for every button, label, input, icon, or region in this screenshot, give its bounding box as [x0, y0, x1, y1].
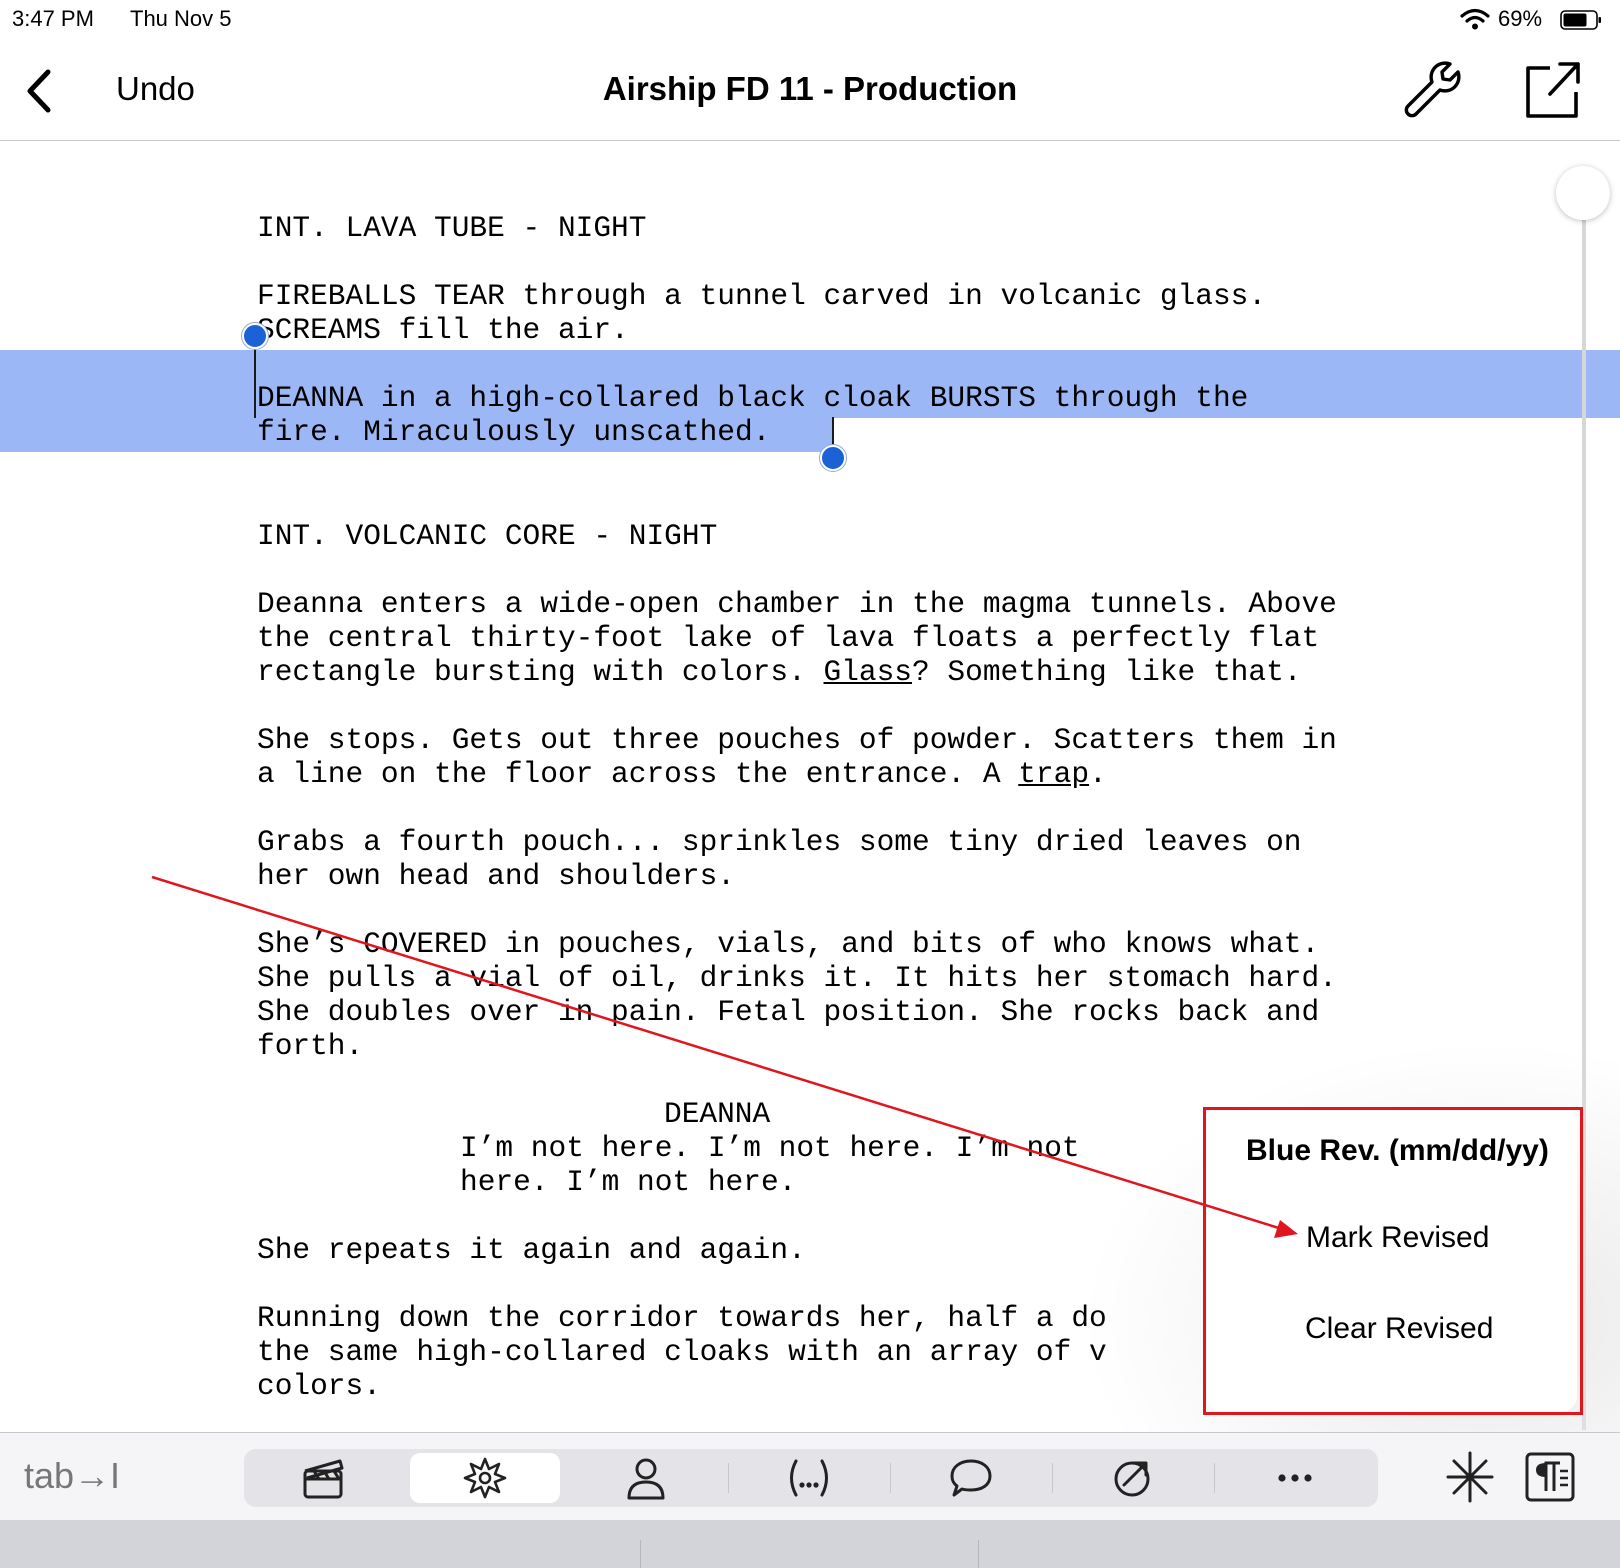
status-time: 3:47 PM — [12, 6, 94, 31]
action-line[interactable]: She’s COVERED in pouches, vials, and bit… — [257, 927, 1319, 961]
page-title: Airship FD 11 - Production — [602, 70, 1018, 107]
action-line[interactable]: She pulls a vial of oil, drinks it. It h… — [257, 961, 1337, 995]
keyboard-edge — [0, 1520, 1620, 1568]
dialogue-line[interactable]: I’m not here. I’m not here. I’m not — [460, 1131, 1080, 1165]
selection-end-handle[interactable] — [820, 445, 846, 471]
toolbar-separator — [728, 1463, 729, 1493]
action-line[interactable]: a line on the floor across the entrance.… — [257, 757, 1107, 791]
action-line[interactable]: SCREAMS fill the air. — [257, 313, 629, 347]
element-toolbar: tab→I — [0, 1432, 1620, 1521]
action-line-selected[interactable]: DEANNA in a high-collared black cloak BU… — [257, 381, 1248, 415]
character-name[interactable]: DEANNA — [664, 1097, 770, 1131]
scene-heading[interactable]: INT. VOLCANIC CORE - NIGHT — [257, 519, 717, 553]
battery-icon — [1560, 10, 1601, 30]
character-icon[interactable] — [623, 1455, 669, 1501]
keyboard-divider — [978, 1540, 979, 1568]
status-date: Thu Nov 5 — [130, 6, 232, 31]
scrollbar-knob[interactable] — [1556, 166, 1610, 220]
action-line[interactable]: She doubles over in pain. Fetal position… — [257, 995, 1319, 1029]
action-line[interactable]: Grabs a fourth pouch... sprinkles some t… — [257, 825, 1301, 859]
action-line-selected[interactable]: fire. Miraculously unscathed. — [257, 415, 770, 449]
tab-key-button[interactable]: tab→I — [24, 1455, 120, 1497]
toolbar-separator — [1052, 1463, 1053, 1493]
asterisk-icon[interactable] — [1445, 1451, 1495, 1503]
more-icon[interactable] — [1272, 1455, 1318, 1501]
parenthetical-icon[interactable] — [786, 1455, 832, 1501]
action-line[interactable]: forth. — [257, 1029, 363, 1063]
action-line[interactable]: rectangle bursting with colors. Glass? S… — [257, 655, 1301, 689]
toolbar-separator — [1214, 1463, 1215, 1493]
annotation-highlight-box — [1203, 1107, 1583, 1415]
scene-heading[interactable]: INT. LAVA TUBE - NIGHT — [257, 211, 646, 245]
battery-percent: 69% — [1498, 6, 1543, 31]
clapperboard-icon[interactable] — [300, 1455, 346, 1501]
wifi-icon — [1460, 8, 1490, 30]
underlined-word: trap — [1018, 757, 1090, 791]
action-line[interactable]: Running down the corridor towards her, h… — [257, 1301, 1107, 1335]
action-line[interactable]: colors. — [257, 1369, 381, 1403]
transition-icon[interactable] — [1110, 1455, 1156, 1501]
share-icon[interactable] — [1520, 58, 1584, 122]
action-line[interactable]: the same high-collared cloaks with an ar… — [257, 1335, 1107, 1369]
status-bar: 3:47 PM Thu Nov 5 69% — [0, 0, 1620, 40]
action-line[interactable]: She stops. Gets out three pouches of pow… — [257, 723, 1337, 757]
action-icon[interactable] — [462, 1455, 508, 1501]
action-line[interactable]: FIREBALLS TEAR through a tunnel carved i… — [257, 279, 1266, 313]
selection-start-handle[interactable] — [242, 323, 268, 349]
action-line[interactable]: the central thirty-foot lake of lava flo… — [257, 621, 1319, 655]
toolbar-separator — [890, 1463, 891, 1493]
selection-start-caret — [254, 340, 256, 418]
action-line[interactable]: She repeats it again and again. — [257, 1233, 806, 1267]
underlined-word: Glass — [823, 655, 913, 689]
action-line[interactable]: her own head and shoulders. — [257, 859, 735, 893]
navigation-bar: Undo Airship FD 11 - Production — [0, 40, 1620, 141]
wrench-icon[interactable] — [1400, 58, 1464, 122]
dialogue-line[interactable]: here. I’m not here. — [460, 1165, 796, 1199]
paragraph-format-icon[interactable] — [1524, 1451, 1576, 1503]
keyboard-divider — [640, 1540, 641, 1568]
dialogue-bubble-icon[interactable] — [948, 1455, 994, 1501]
action-line[interactable]: Deanna enters a wide-open chamber in the… — [257, 587, 1337, 621]
